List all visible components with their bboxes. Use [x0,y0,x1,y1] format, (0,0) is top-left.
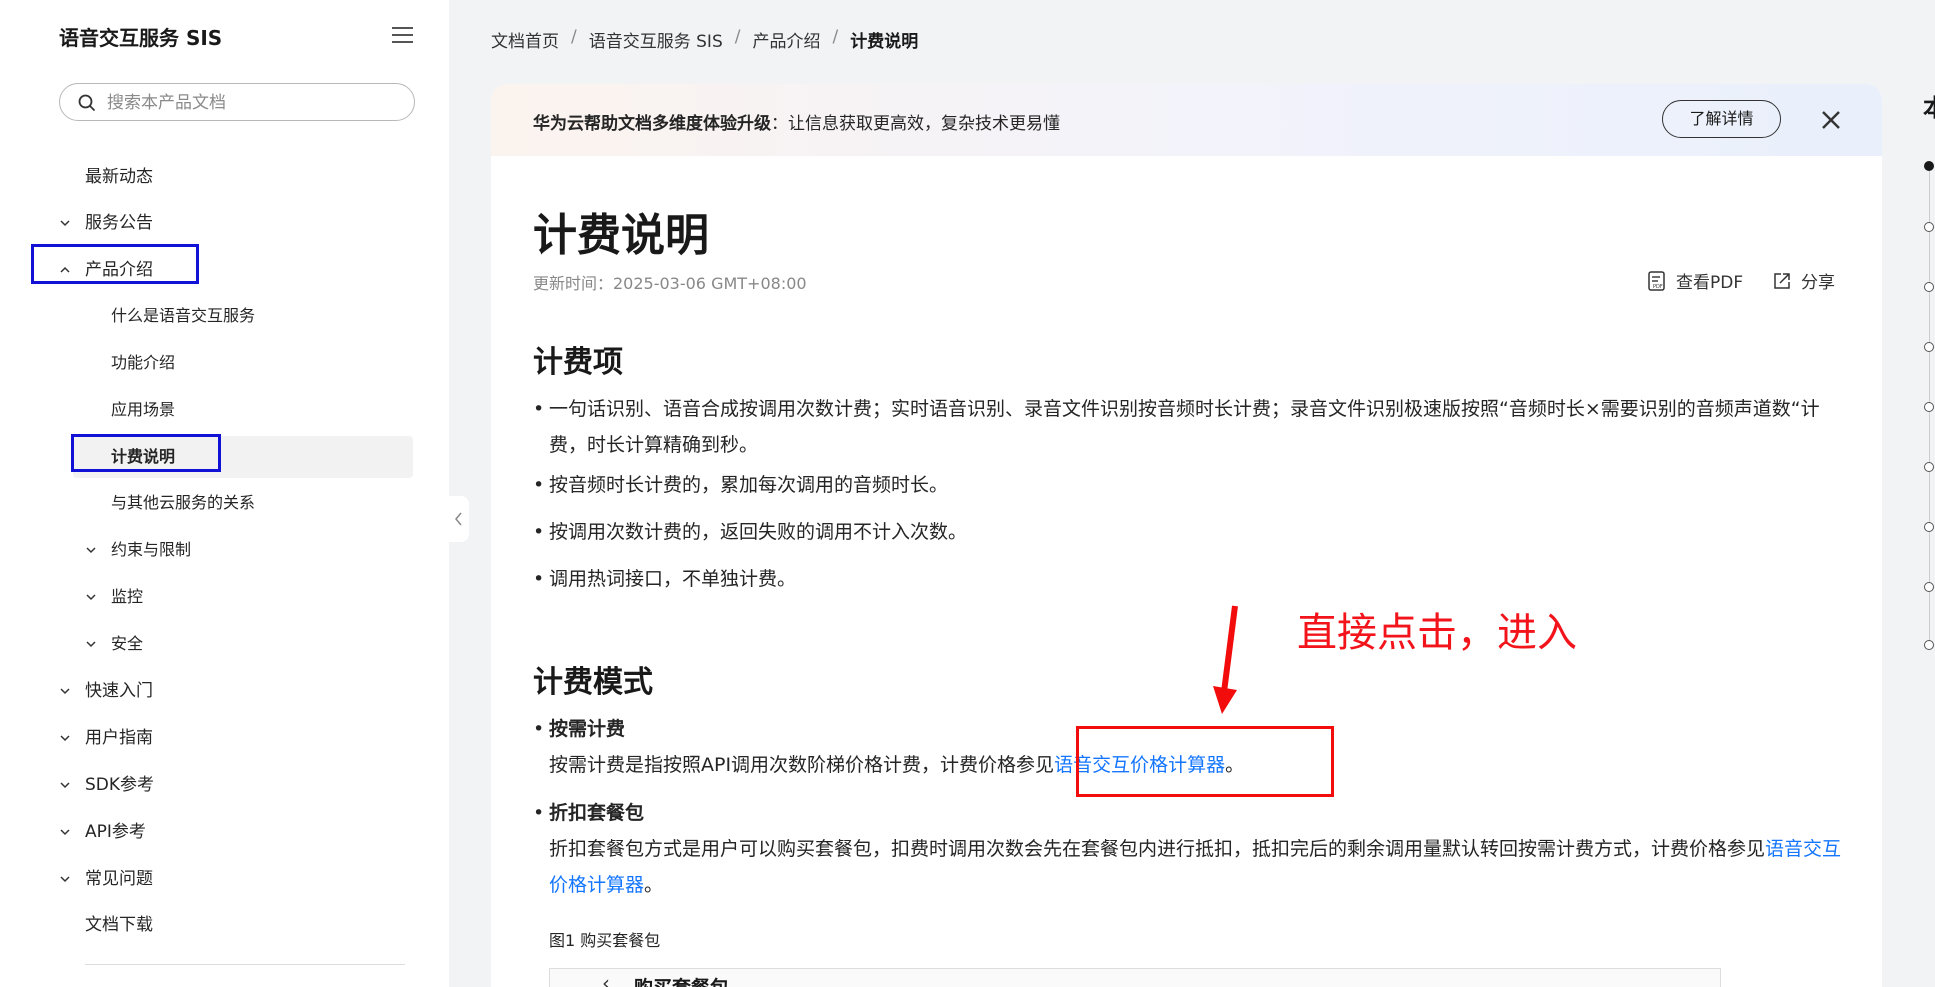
chevron-down-icon [60,735,70,742]
breadcrumb-sis[interactable]: 语音交互服务 SIS [589,27,723,52]
breadcrumb-separator: / [832,27,839,47]
sidebar-item-download[interactable]: 文档下载 [85,913,153,937]
sidebar-item-relations[interactable]: 与其他云服务的关系 [111,491,255,515]
sidebar-item-security[interactable]: 安全 [111,632,143,656]
toc-heading: 本 [1923,88,1935,123]
toc-dot[interactable] [1924,402,1934,412]
sidebar-item-news[interactable]: 最新动态 [85,165,153,189]
toc-dot[interactable] [1924,462,1934,472]
chevron-down-icon [86,547,96,554]
annotation-text: 直接点击，进入 [1297,610,1577,656]
chevron-down-icon [60,688,70,695]
list-item-text: 按调用次数计费的，返回失败的调用不计入次数。 [549,521,968,543]
chevron-down-icon [60,829,70,836]
figure-title: 购买套餐包 [634,973,729,987]
share-icon [1774,272,1790,289]
sidebar-item-monitor[interactable]: 监控 [111,585,143,609]
main-content: 华为云帮助文档多维度体验升级：让信息获取更高效，复杂技术更易懂 了解详情 计费说… [491,84,1882,987]
highlight-box-calculator-link [1076,726,1334,797]
breadcrumb-current: 计费说明 [850,32,919,52]
sidebar-item-quickstart[interactable]: 快速入门 [85,679,153,703]
sidebar-item-api[interactable]: API参考 [85,820,146,844]
product-title: 语音交互服务 SIS [59,26,223,50]
sidebar-item-what-is[interactable]: 什么是语音交互服务 [111,304,255,328]
banner-bold: 华为云帮助文档多维度体验升级 [533,114,771,134]
chevron-left-icon: ‹ [602,971,610,987]
list-item-text: 按音频时长计费的，累加每次调用的音频时长。 [549,474,949,496]
sidebar-item-scenarios[interactable]: 应用场景 [111,398,175,422]
list-item-package: • 折扣套餐包 折扣套餐包方式是用户可以购买套餐包，扣费时调用次数会先在套餐包内… [533,795,1853,903]
view-pdf-label: 查看PDF [1676,273,1744,293]
sidebar: 语音交互服务 SIS 最新动态 服务公告 产品介绍 什么是语音交互服务 功能介绍… [0,0,449,987]
package-title: 折扣套餐包 [549,802,645,824]
updated-time: 更新时间：2025-03-06 GMT+08:00 [533,274,807,293]
chevron-down-icon [60,876,70,883]
svg-text:PDF: PDF [1653,284,1663,290]
breadcrumb-separator: / [571,27,577,47]
figure-image: ‹ 购买套餐包 [549,968,1721,987]
upgrade-banner: 华为云帮助文档多维度体验升级：让信息获取更高效，复杂技术更易懂 了解详情 [491,84,1882,156]
view-pdf-button[interactable]: PDF 查看PDF [1646,268,1743,293]
search-input[interactable] [105,91,399,115]
sidebar-item-constraints[interactable]: 约束与限制 [111,538,191,562]
page-title: 计费说明 [533,210,709,261]
toc-dot[interactable] [1924,522,1934,532]
divider [85,964,405,965]
breadcrumb-home[interactable]: 文档首页 [491,27,559,52]
search-box[interactable] [59,83,415,121]
ondemand-text: 按需计费是指按照API调用次数阶梯价格计费，计费价格参见 [549,754,1055,776]
period: 。 [644,874,664,896]
sidebar-item-features[interactable]: 功能介绍 [111,351,175,375]
search-icon [78,94,96,112]
breadcrumb-product-intro[interactable]: 产品介绍 [752,27,820,52]
sidebar-item-faq[interactable]: 常见问题 [85,867,153,891]
sidebar-item-user-guide[interactable]: 用户指南 [85,726,153,750]
chevron-down-icon [86,594,96,601]
chevron-left-icon [455,512,462,526]
list-item-text: 一句话识别、语音合成按调用次数计费；实时语音识别、录音文件识别按音频时长计费；录… [549,398,1820,456]
toc-dot[interactable] [1924,582,1934,592]
toc-dot[interactable] [1924,342,1934,352]
section-heading-billing-modes: 计费模式 [533,665,653,700]
toc-dot[interactable] [1924,640,1934,650]
chevron-down-icon [86,641,96,648]
sidebar-item-sdk[interactable]: SDK参考 [85,773,154,797]
list-item: • 一句话识别、语音合成按调用次数计费；实时语音识别、录音文件识别按音频时长计费；… [533,391,1853,463]
pdf-icon: PDF [1648,270,1665,291]
learn-more-button[interactable]: 了解详情 [1662,100,1781,138]
breadcrumb-separator: / [734,27,741,47]
arrow-annotation [1213,605,1238,714]
package-text: 折扣套餐包方式是用户可以购买套餐包，扣费时调用次数会先在套餐包内进行抵扣，抵扣完… [549,838,1766,860]
chevron-down-icon [60,220,70,227]
figure-caption: 图1 购买套餐包 [549,931,661,950]
banner-text: 华为云帮助文档多维度体验升级：让信息获取更高效，复杂技术更易懂 [533,109,1060,134]
table-of-contents: 本 [1905,0,1935,987]
list-item: • 调用热词接口，不单独计费。 [533,561,1853,597]
list-item-text: 调用热词接口，不单独计费。 [549,568,797,590]
close-icon[interactable] [1819,108,1843,132]
toc-dot[interactable] [1924,222,1934,232]
breadcrumb: 文档首页 / 语音交互服务 SIS / 产品介绍 / 计费说明 [491,27,918,52]
toc-dot[interactable] [1924,282,1934,292]
toc-dot-active[interactable] [1924,161,1934,171]
sidebar-item-announcements[interactable]: 服务公告 [85,211,153,235]
collapse-sidebar-button[interactable] [449,496,469,542]
list-item: • 按音频时长计费的，累加每次调用的音频时长。 [533,467,1853,503]
share-label: 分享 [1801,273,1835,293]
highlight-box-product-intro [31,244,199,284]
highlight-box-billing [71,434,221,472]
section-heading-billing-items: 计费项 [533,345,623,380]
chevron-down-icon [60,782,70,789]
share-button[interactable]: 分享 [1771,268,1835,293]
list-item: • 按调用次数计费的，返回失败的调用不计入次数。 [533,514,1853,550]
menu-icon[interactable] [392,27,413,45]
banner-rest: ：让信息获取更高效，复杂技术更易懂 [771,114,1060,134]
